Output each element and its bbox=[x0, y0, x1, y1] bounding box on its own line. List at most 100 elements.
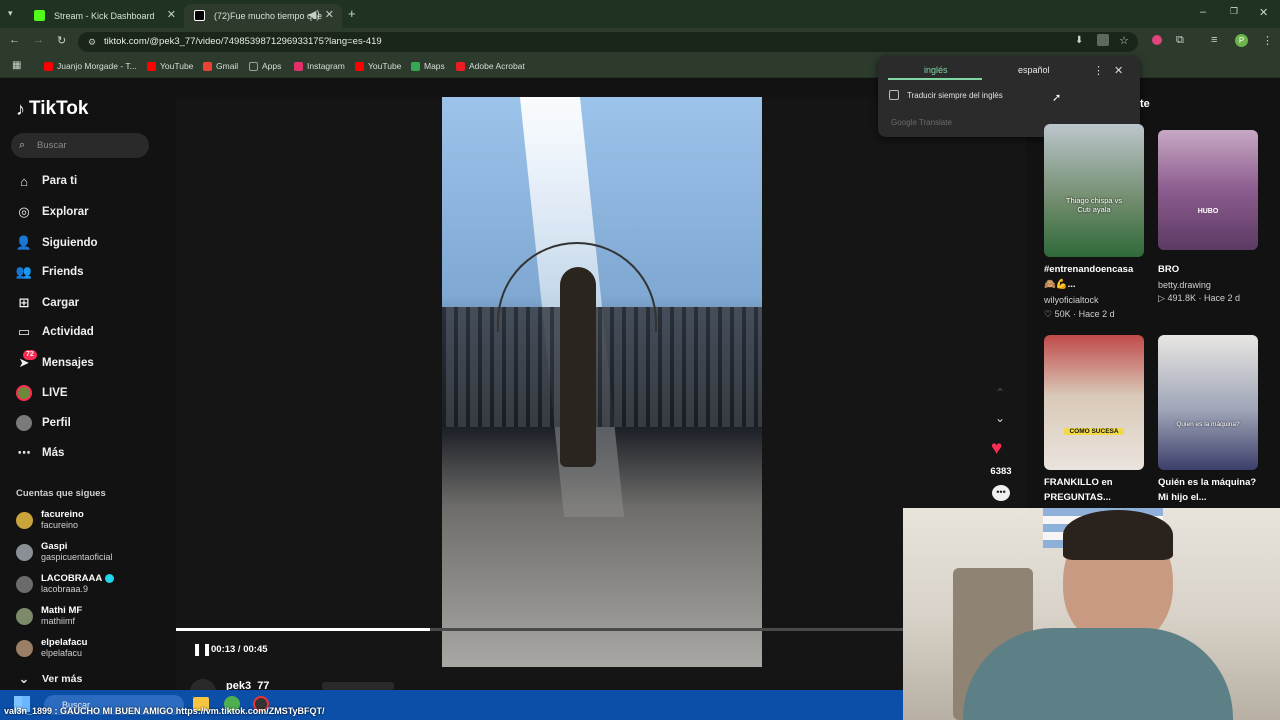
nav-friends[interactable]: 👥 Friends bbox=[16, 264, 84, 280]
window-close-icon[interactable]: ✕ bbox=[1259, 6, 1268, 19]
suggestion-caption[interactable]: Quién es la máquina? Mi hijo el... bbox=[1158, 475, 1258, 505]
minimize-icon[interactable]: – bbox=[1200, 6, 1206, 18]
bookmark-instagram[interactable]: Instagram bbox=[294, 61, 345, 71]
suggestion-thumb[interactable]: HUBO bbox=[1158, 130, 1258, 250]
streamer-hair bbox=[1063, 510, 1173, 560]
pause-icon[interactable]: ❚❚ bbox=[192, 642, 212, 656]
progress-fill[interactable] bbox=[176, 628, 431, 631]
bookmark-acrobat[interactable]: Adobe Acrobat bbox=[456, 61, 525, 71]
speaker-icon[interactable]: ◀) bbox=[308, 8, 320, 21]
heart-icon[interactable]: ♥ bbox=[991, 438, 1002, 460]
close-tab-icon[interactable]: ✕ bbox=[167, 8, 176, 21]
suggestion-stats: ♡ 50K · Hace 2 d bbox=[1044, 309, 1115, 319]
nav-mensajes[interactable]: ➤ Mensajes 72 bbox=[16, 350, 94, 371]
heart-outline-icon: ♡ bbox=[1044, 309, 1053, 319]
follow-button[interactable] bbox=[322, 682, 394, 690]
suggestion-stats: ▷ 491.8K · Hace 2 d bbox=[1158, 293, 1240, 303]
maps-icon bbox=[411, 61, 420, 71]
url-text: tiktok.com/@pek3_77/video/74985398712969… bbox=[104, 36, 382, 47]
bookmark-apps[interactable]: Apps bbox=[249, 61, 281, 71]
translate-options-icon[interactable]: ⋮ bbox=[1093, 64, 1104, 77]
suggestion-author[interactable]: betty.drawing bbox=[1158, 280, 1211, 290]
tab-kick-dashboard[interactable]: Stream - Kick Dashboard ✕ bbox=[24, 4, 184, 28]
nav-para-ti[interactable]: ⌂ Para ti bbox=[16, 173, 77, 189]
live-icon bbox=[16, 385, 32, 401]
suggestion-caption[interactable]: #entrenandoencasa 🙈💪... bbox=[1044, 262, 1144, 292]
avatar bbox=[16, 639, 33, 657]
thumb-overlay-text: Thiago chispa vs Cuti ayala bbox=[1065, 196, 1123, 214]
close-tab-icon[interactable]: ✕ bbox=[325, 8, 334, 21]
tab-lang-to[interactable]: español bbox=[1018, 65, 1050, 75]
nav-cargar[interactable]: ⊞ Cargar bbox=[16, 295, 80, 311]
forward-icon[interactable]: → bbox=[33, 34, 44, 46]
compass-icon: ◎ bbox=[18, 204, 30, 219]
youtube-icon bbox=[147, 61, 156, 71]
media-control-icon[interactable]: ≡ bbox=[1211, 34, 1217, 46]
nav-actividad[interactable]: ▭ Actividad bbox=[16, 324, 94, 340]
avatar bbox=[16, 575, 33, 593]
nav-live[interactable]: LIVE bbox=[16, 385, 68, 401]
bookmark-youtube-2[interactable]: YouTube bbox=[355, 61, 401, 71]
profile-avatar[interactable]: P bbox=[1235, 34, 1248, 47]
translate-icon[interactable] bbox=[1097, 34, 1109, 46]
streamer-hoodie bbox=[963, 628, 1233, 720]
bookmark-juanjo[interactable]: Juanjo Morgade - T... bbox=[44, 61, 137, 71]
video-frame[interactable] bbox=[442, 97, 762, 667]
search-input[interactable]: ⌕ Buscar bbox=[11, 133, 149, 158]
always-translate-checkbox[interactable] bbox=[889, 90, 899, 100]
reload-icon[interactable]: ↻ bbox=[57, 34, 66, 47]
account-gaspi[interactable]: Gaspi gaspicuentaoficial bbox=[16, 541, 113, 563]
activity-icon: ▭ bbox=[17, 324, 31, 339]
account-lacobraaa[interactable]: LACOBRAAA lacobraaa.9 bbox=[16, 573, 114, 595]
bookmark-maps[interactable]: Maps bbox=[411, 61, 445, 71]
webcam-overlay bbox=[903, 508, 1280, 720]
comment-icon[interactable]: ••• bbox=[992, 485, 1010, 501]
mouse-cursor-icon: ➚ bbox=[1052, 92, 1062, 104]
account-mathi-mf[interactable]: Mathi MF mathiimf bbox=[16, 605, 82, 627]
avatar bbox=[16, 607, 33, 625]
extension-icon[interactable] bbox=[1152, 35, 1162, 45]
nav-mas[interactable]: ⋯ Más bbox=[16, 445, 65, 461]
nav-siguiendo[interactable]: 👤 Siguiendo bbox=[16, 235, 98, 251]
site-info-icon[interactable]: ⚙ bbox=[88, 32, 96, 52]
avatar bbox=[16, 543, 33, 561]
browser-menu-icon[interactable]: ⋮ bbox=[1262, 34, 1273, 47]
jump-rope bbox=[497, 242, 657, 332]
install-icon[interactable]: ⬇ bbox=[1075, 35, 1083, 46]
profile-icon bbox=[16, 415, 32, 431]
tab-search-icon[interactable]: ▾ bbox=[8, 8, 13, 19]
address-bar[interactable]: ⚙ tiktok.com/@pek3_77/video/749853987129… bbox=[78, 32, 1138, 52]
tiktok-note-icon: ♪ bbox=[16, 98, 25, 119]
suggestion-caption[interactable]: FRANKILLO en PREGUNTAS... bbox=[1044, 475, 1144, 505]
friends-icon: 👥 bbox=[15, 264, 33, 279]
suggestion-author[interactable]: wilyoficialtock bbox=[1044, 295, 1099, 305]
bookmark-star-icon[interactable]: ☆ bbox=[1119, 34, 1129, 47]
see-more-button[interactable]: ⌄ Ver más bbox=[16, 671, 83, 687]
bookmark-youtube[interactable]: YouTube bbox=[147, 61, 193, 71]
extensions-puzzle-icon[interactable]: ⧉ bbox=[1176, 34, 1184, 47]
suggestion-caption[interactable]: BRO bbox=[1158, 262, 1179, 277]
nav-perfil[interactable]: Perfil bbox=[16, 415, 71, 431]
tab-title: Stream - Kick Dashboard bbox=[54, 11, 155, 21]
suggestion-thumb[interactable]: Quien es la máquina? bbox=[1158, 335, 1258, 470]
suggestion-thumb[interactable]: Thiago chispa vs Cuti ayala bbox=[1044, 124, 1144, 257]
tiktok-logo[interactable]: ♪ TikTok bbox=[16, 98, 88, 120]
tab-tiktok[interactable]: (72)Fue mucho tiempo que ◀) ✕ bbox=[184, 4, 342, 28]
chevron-down-icon[interactable]: ⌄ bbox=[995, 411, 1005, 425]
following-title: Cuentas que sigues bbox=[16, 488, 106, 499]
suggestion-thumb[interactable]: COMO SUCESA bbox=[1044, 335, 1144, 470]
chevron-up-icon[interactable]: ⌃ bbox=[995, 386, 1005, 400]
thumb-overlay-text: HUBO bbox=[1197, 208, 1219, 215]
video-time: 00:13 / 00:45 bbox=[211, 644, 268, 655]
translate-close-icon[interactable]: ✕ bbox=[1114, 64, 1123, 77]
maximize-icon[interactable]: ❐ bbox=[1230, 6, 1238, 17]
tab-lang-from[interactable]: inglés bbox=[924, 65, 948, 75]
account-facureino[interactable]: facureino facureino bbox=[16, 509, 84, 531]
account-elpelafacu[interactable]: elpelafacu elpelafacu bbox=[16, 637, 87, 659]
back-icon[interactable]: ← bbox=[9, 34, 20, 46]
apps-grid-icon[interactable]: ▦ bbox=[12, 60, 21, 71]
new-tab-icon[interactable]: + bbox=[348, 6, 356, 21]
google-translate-brand: Google Translate bbox=[891, 118, 952, 127]
nav-explorar[interactable]: ◎ Explorar bbox=[16, 204, 88, 220]
bookmark-gmail[interactable]: Gmail bbox=[203, 61, 238, 71]
